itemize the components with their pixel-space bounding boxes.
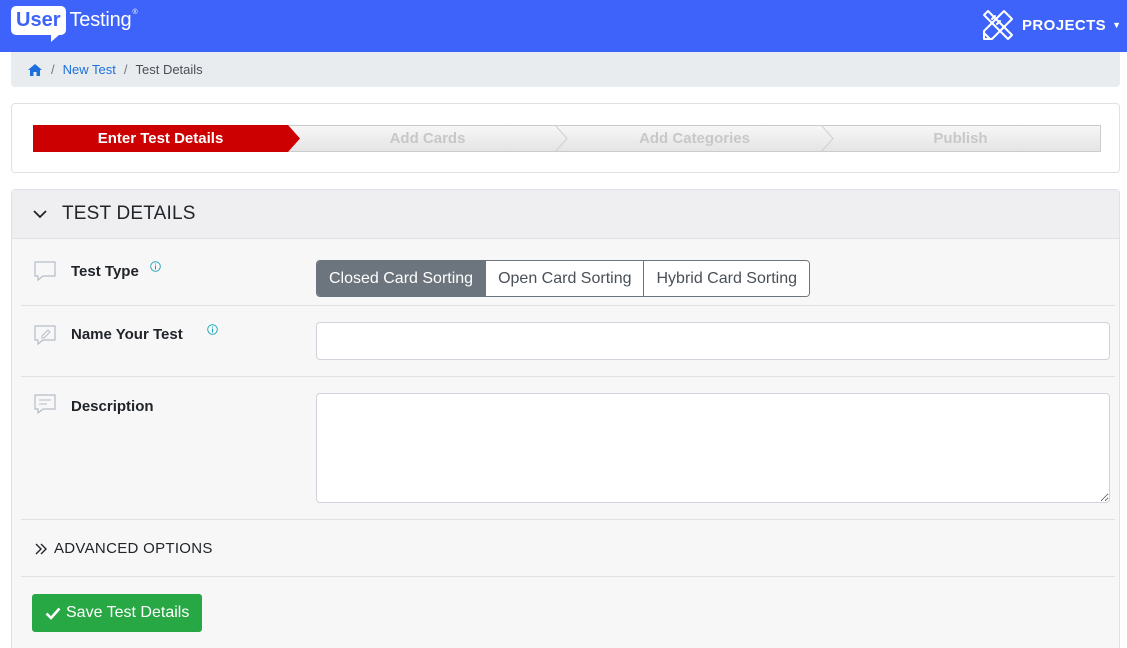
closed-card-sorting-button[interactable]: Closed Card Sorting	[317, 261, 485, 296]
logo-user-text: User	[11, 6, 66, 35]
test-details-panel: TEST DETAILS Test Type Closed Card Sorti…	[11, 189, 1120, 648]
description-row: Description	[21, 377, 1115, 520]
name-row: Name Your Test	[21, 306, 1115, 377]
description-label: Description	[71, 398, 154, 415]
hybrid-card-sorting-button[interactable]: Hybrid Card Sorting	[643, 261, 809, 296]
step-add-cards: Add Cards	[300, 125, 555, 152]
breadcrumb: / New Test / Test Details	[11, 52, 1120, 87]
save-test-details-button[interactable]: Save Test Details	[32, 594, 202, 632]
comment-lines-icon	[33, 393, 57, 415]
step-add-categories: Add Categories	[567, 125, 822, 152]
top-navbar: User Testing ® PROJECTS ▼	[0, 0, 1127, 52]
logo-trademark: ®	[132, 6, 137, 20]
breadcrumb-separator: /	[124, 62, 128, 77]
projects-menu[interactable]: PROJECTS ▼	[980, 4, 1121, 46]
progress-steps: Enter Test Details Add Cards Add Categor…	[33, 125, 1101, 152]
caret-down-icon: ▼	[1112, 20, 1121, 30]
breadcrumb-new-test[interactable]: New Test	[63, 62, 116, 77]
comment-edit-icon	[33, 324, 57, 346]
logo-testing-text: Testing	[69, 6, 131, 35]
description-textarea[interactable]	[316, 393, 1110, 503]
home-icon[interactable]	[27, 63, 43, 77]
breadcrumb-separator: /	[51, 62, 55, 77]
chevron-down-icon	[32, 206, 48, 222]
test-type-button-group: Closed Card Sorting Open Card Sorting Hy…	[316, 260, 810, 297]
test-name-input[interactable]	[316, 322, 1110, 360]
advanced-options-label: ADVANCED OPTIONS	[54, 540, 213, 557]
double-chevron-right-icon	[34, 542, 48, 556]
projects-label: PROJECTS	[1022, 17, 1106, 34]
save-button-label: Save Test Details	[66, 604, 189, 622]
comment-icon	[33, 260, 57, 282]
info-icon[interactable]	[150, 261, 161, 272]
step-publish: Publish	[833, 125, 1088, 152]
step-enter-test-details: Enter Test Details	[33, 125, 288, 152]
info-icon[interactable]	[207, 324, 218, 335]
usertesting-logo[interactable]: User Testing ®	[11, 6, 138, 42]
pencil-ruler-icon	[980, 7, 1016, 43]
test-details-header[interactable]: TEST DETAILS	[12, 190, 1119, 239]
test-type-label: Test Type	[71, 263, 139, 280]
panel-title: TEST DETAILS	[62, 203, 196, 225]
check-icon	[45, 606, 61, 620]
open-card-sorting-button[interactable]: Open Card Sorting	[485, 261, 643, 296]
name-label: Name Your Test	[71, 326, 183, 343]
progress-steps-card: Enter Test Details Add Cards Add Categor…	[11, 103, 1120, 173]
test-type-row: Test Type Closed Card Sorting Open Card …	[21, 239, 1115, 306]
advanced-options-toggle[interactable]: ADVANCED OPTIONS	[34, 540, 213, 557]
breadcrumb-current: Test Details	[135, 62, 202, 77]
